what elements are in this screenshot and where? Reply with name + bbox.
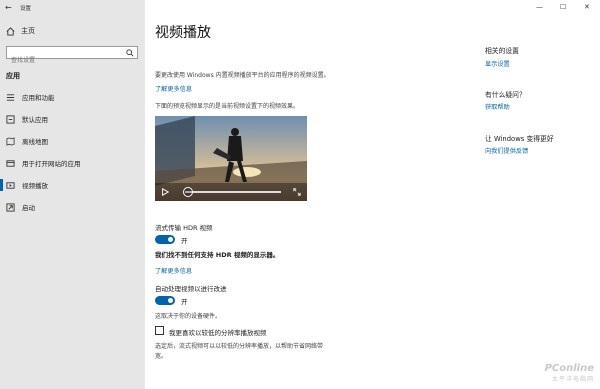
search-icon[interactable] [126, 49, 134, 57]
watermark-logo: PConline 太平洋电脑网 [545, 363, 594, 383]
auto-process-label: 自动处理视频以进行改进 [155, 285, 227, 293]
startup-icon [6, 202, 15, 212]
preview-caption: 下面的预览视频显示的是当前视频设置下的视频效果。 [155, 103, 300, 110]
video-preview[interactable] [155, 116, 307, 201]
page-title: 视频播放 [155, 25, 211, 41]
watermark-sub: 太平洋电脑网 [551, 376, 594, 383]
seek-thumb[interactable] [183, 187, 193, 197]
auto-process-state: 开 [181, 298, 188, 306]
get-help-link[interactable]: 获取帮助 [485, 102, 510, 111]
sidebar-item-label: 启动 [22, 204, 35, 212]
sidebar-item-video-playback[interactable]: 视频播放 [0, 174, 145, 196]
hdr-toggle-state: 开 [181, 237, 188, 245]
sidebar-item-default-apps[interactable]: 默认应用 [0, 108, 145, 130]
related-settings-title: 相关的设置 [485, 47, 519, 55]
back-arrow-icon[interactable]: ← [5, 3, 12, 12]
sidebar-item-startup[interactable]: 启动 [0, 196, 145, 218]
video-controls [155, 183, 307, 201]
intro-text: 要更改使用 Windows 内置视频播放平台的应用程序的视频设置。 [155, 72, 330, 79]
low-resolution-checkbox[interactable] [155, 326, 164, 335]
map-icon [6, 136, 15, 146]
improve-windows-title: 让 Windows 变得更好 [485, 135, 554, 143]
play-icon[interactable] [161, 188, 169, 196]
hdr-toggle[interactable] [155, 235, 175, 244]
fullscreen-icon[interactable] [293, 188, 301, 196]
hdr-warning: 我们找不到任何支持 HDR 视频的显示器。 [155, 251, 280, 259]
sidebar-item-label: 视频播放 [22, 182, 48, 190]
default-apps-icon [6, 114, 15, 124]
sidebar-home-label: 主页 [21, 27, 35, 35]
sidebar-item-offline-maps[interactable]: 离线地图 [0, 130, 145, 152]
search-input[interactable] [7, 55, 121, 66]
sidebar: ← 设置 主页 应用 应用和功能 默认应用 离线地图 用于打开网站的应用 视频播… [0, 0, 145, 389]
seek-bar[interactable] [185, 191, 281, 193]
learn-more-link[interactable]: 了解更多信息 [155, 84, 192, 93]
video-icon [6, 181, 15, 189]
question-title: 有什么疑问？ [485, 91, 526, 99]
list-icon [6, 93, 15, 101]
sidebar-item-apps-features[interactable]: 应用和功能 [0, 86, 145, 108]
sidebar-home[interactable]: 主页 [6, 26, 35, 36]
sidebar-nav: 应用和功能 默认应用 离线地图 用于打开网站的应用 视频播放 启动 [0, 86, 145, 218]
auto-process-desc: 这取决于你的设备硬件。 [155, 313, 222, 320]
feedback-link[interactable]: 向我们提供反馈 [485, 146, 528, 155]
low-resolution-label[interactable]: 我更喜欢以较低的分辨率播放视频 [169, 327, 267, 337]
window-link-icon [6, 159, 15, 167]
low-resolution-desc-line2: 宽。 [155, 353, 168, 360]
search-box[interactable] [6, 46, 138, 66]
sidebar-section-title: 应用 [6, 72, 20, 80]
home-icon [6, 26, 15, 36]
auto-process-toggle[interactable] [155, 296, 175, 305]
low-resolution-desc-line1: 选定后，流式视频可以以较低的分辨率播放，以帮助节省网络带 [155, 343, 324, 350]
sidebar-item-label: 应用和功能 [22, 94, 55, 102]
sidebar-item-label: 离线地图 [22, 138, 48, 146]
display-settings-link[interactable]: 显示设置 [485, 59, 510, 68]
hdr-setting-label: 流式传输 HDR 视频 [155, 224, 213, 232]
sidebar-item-label: 默认应用 [22, 116, 48, 124]
sidebar-item-apps-for-websites[interactable]: 用于打开网站的应用 [0, 152, 145, 174]
sidebar-item-label: 用于打开网站的应用 [22, 160, 81, 168]
watermark-brand: PConline [544, 363, 594, 374]
learn-more-link-2[interactable]: 了解更多信息 [155, 266, 192, 275]
main-pane: 视频播放 要更改使用 Windows 内置视频播放平台的应用程序的视频设置。 了… [145, 0, 600, 389]
window-title: 设置 [20, 6, 32, 12]
